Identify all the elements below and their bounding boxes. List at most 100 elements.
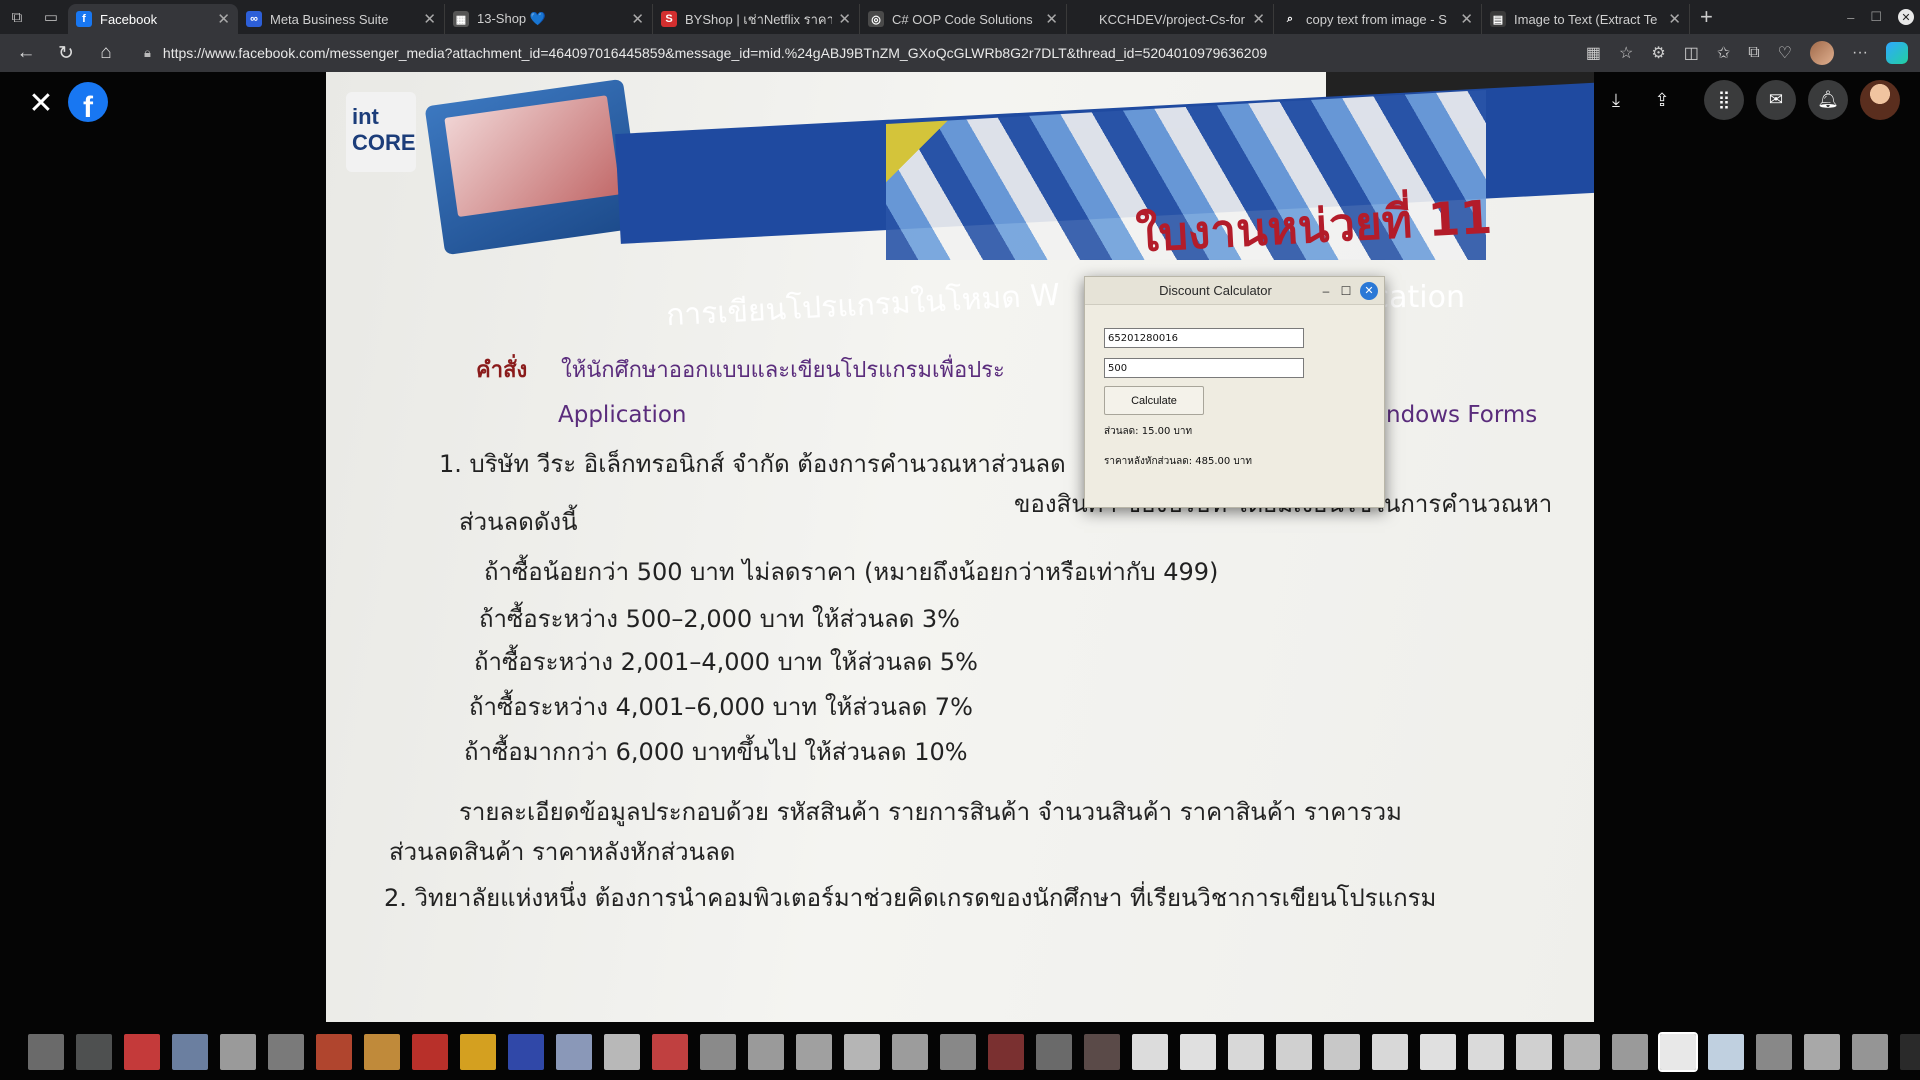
- thumbnail[interactable]: [1658, 1032, 1698, 1072]
- toolbar-right: ▦ ☆ ⚙ ◫ ✩ ⧉ ♡ ···: [1586, 34, 1908, 72]
- amount-field[interactable]: [1104, 358, 1304, 378]
- thumbnail[interactable]: [364, 1034, 400, 1070]
- thumbnail[interactable]: [604, 1034, 640, 1070]
- close-tab-icon[interactable]: ✕: [1252, 10, 1265, 28]
- lock-icon[interactable]: 🔒︎: [144, 45, 151, 61]
- tabs-container: f Facebook ✕ ∞ Meta Business Suite ✕ ▦ 13-Shop …: [68, 0, 1690, 34]
- thumbnail[interactable]: [1420, 1034, 1456, 1070]
- thumbnail[interactable]: [1324, 1034, 1360, 1070]
- thumbnail[interactable]: [940, 1034, 976, 1070]
- new-tab-button[interactable]: +: [1700, 4, 1713, 30]
- favorite-star-icon[interactable]: ☆: [1619, 43, 1633, 63]
- tab-2[interactable]: ∞ Meta Business Suite ✕: [238, 4, 445, 34]
- worksheet-line: ถ้าซื้อระหว่าง 500–2,000 บาท ให้ส่วนลด 3…: [479, 605, 960, 633]
- thumbnail[interactable]: [1564, 1034, 1600, 1070]
- close-tab-icon[interactable]: ✕: [1045, 10, 1058, 28]
- notifications-bell-icon[interactable]: 🔔︎: [1808, 80, 1848, 120]
- thumbnail[interactable]: [892, 1034, 928, 1070]
- download-icon[interactable]: ⤓: [1602, 86, 1630, 114]
- thumbnail[interactable]: [1132, 1034, 1168, 1070]
- thumbnail[interactable]: [268, 1034, 304, 1070]
- close-tab-icon[interactable]: ✕: [631, 10, 644, 28]
- maximize-icon[interactable]: ☐: [1870, 9, 1882, 25]
- home-icon[interactable]: ⌂: [86, 34, 126, 72]
- close-icon[interactable]: ✕: [26, 87, 56, 120]
- minimize-icon[interactable]: –: [1316, 284, 1336, 298]
- share-icon[interactable]: ⇪: [1648, 86, 1676, 114]
- back-icon[interactable]: ←: [6, 34, 46, 72]
- tab-8[interactable]: ▤ Image to Text (Extract Te ✕: [1482, 4, 1690, 34]
- tab-6[interactable]: KCCHDEV/project-Cs-for ✕: [1067, 4, 1274, 34]
- minimize-icon[interactable]: –: [1847, 10, 1854, 25]
- thumbnail[interactable]: [1180, 1034, 1216, 1070]
- thumbnail[interactable]: [76, 1034, 112, 1070]
- thumbnail[interactable]: [988, 1034, 1024, 1070]
- copilot-icon[interactable]: [1886, 42, 1908, 64]
- thumbnail[interactable]: [508, 1034, 544, 1070]
- more-menu-icon[interactable]: ···: [1852, 44, 1868, 62]
- thumbnail[interactable]: [652, 1034, 688, 1070]
- thumbnail[interactable]: [28, 1034, 64, 1070]
- collections-icon[interactable]: ⧉: [1748, 44, 1759, 62]
- thumbnail[interactable]: [1756, 1034, 1792, 1070]
- extensions-icon[interactable]: ⚙: [1651, 43, 1665, 63]
- thumbnail[interactable]: [1036, 1034, 1072, 1070]
- thumbnail[interactable]: [700, 1034, 736, 1070]
- account-avatar[interactable]: [1860, 80, 1900, 120]
- thumbnail[interactable]: [844, 1034, 880, 1070]
- close-tab-icon[interactable]: ✕: [838, 10, 851, 28]
- menu-grid-icon[interactable]: ⣿: [1704, 80, 1744, 120]
- close-icon[interactable]: ✕: [1360, 281, 1378, 300]
- maximize-icon[interactable]: ☐: [1336, 284, 1356, 298]
- facebook-logo-icon[interactable]: f: [68, 82, 108, 122]
- close-window-icon[interactable]: ✕: [1898, 9, 1914, 25]
- thumbnail[interactable]: [1084, 1034, 1120, 1070]
- thumbnail[interactable]: [1612, 1034, 1648, 1070]
- byshop-icon: S: [661, 11, 677, 27]
- thumbnail[interactable]: [1900, 1034, 1920, 1070]
- window-titlebar[interactable]: Discount Calculator – ☐ ✕: [1085, 277, 1384, 305]
- favorites-icon[interactable]: ✩: [1717, 43, 1730, 63]
- thumbnail[interactable]: [1804, 1034, 1840, 1070]
- calculate-button[interactable]: Calculate: [1104, 386, 1204, 415]
- facebook-top-right: ⣿ ✉ 🔔︎: [1704, 80, 1900, 120]
- close-tab-icon[interactable]: ✕: [1668, 10, 1681, 28]
- thumbnail[interactable]: [1372, 1034, 1408, 1070]
- laptop-illustration: [424, 78, 644, 256]
- thumbnail[interactable]: [412, 1034, 448, 1070]
- url-field[interactable]: 🔒︎ https://www.facebook.com/messenger_me…: [134, 39, 1434, 67]
- refresh-icon[interactable]: ↻: [46, 34, 86, 72]
- close-tab-icon[interactable]: ✕: [1460, 10, 1473, 28]
- banner-text: การเขียนโปรแกรมในโหมด W: [665, 277, 1061, 334]
- workspaces-icon[interactable]: ⧉: [0, 0, 34, 34]
- close-tab-icon[interactable]: ✕: [423, 10, 436, 28]
- thumbnail[interactable]: [1276, 1034, 1312, 1070]
- thumbnail[interactable]: [316, 1034, 352, 1070]
- product-code-field[interactable]: [1104, 328, 1304, 348]
- thumbnail[interactable]: [1852, 1034, 1888, 1070]
- thumbnail[interactable]: [124, 1034, 160, 1070]
- messenger-icon[interactable]: ✉: [1756, 80, 1796, 120]
- thumbnail[interactable]: [1228, 1034, 1264, 1070]
- tab-actions-icon[interactable]: ▭: [34, 0, 68, 34]
- tab-3[interactable]: ▦ 13-Shop 💙 ✕: [445, 4, 653, 34]
- thumbnail[interactable]: [796, 1034, 832, 1070]
- thumbnail[interactable]: [748, 1034, 784, 1070]
- thumbnail[interactable]: [220, 1034, 256, 1070]
- close-tab-icon[interactable]: ✕: [217, 10, 230, 28]
- reader-mode-icon[interactable]: ▦: [1586, 43, 1601, 63]
- thumbnail[interactable]: [460, 1034, 496, 1070]
- tab-7[interactable]: ⌕ copy text from image - S ✕: [1274, 4, 1482, 34]
- thumbnail[interactable]: [172, 1034, 208, 1070]
- instruction-application: Application: [558, 402, 687, 428]
- thumbnail[interactable]: [556, 1034, 592, 1070]
- thumbnail[interactable]: [1708, 1034, 1744, 1070]
- thumbnail[interactable]: [1468, 1034, 1504, 1070]
- split-screen-icon[interactable]: ◫: [1684, 43, 1699, 63]
- tab-5[interactable]: ◎ C# OOP Code Solutions ✕: [860, 4, 1067, 34]
- thumbnail[interactable]: [1516, 1034, 1552, 1070]
- profile-avatar[interactable]: [1810, 41, 1835, 65]
- tab-1[interactable]: f Facebook ✕: [68, 4, 238, 34]
- tab-4[interactable]: S BYShop | เช่าNetflix ราคา ✕: [653, 4, 860, 34]
- browser-essentials-icon[interactable]: ♡: [1778, 43, 1792, 63]
